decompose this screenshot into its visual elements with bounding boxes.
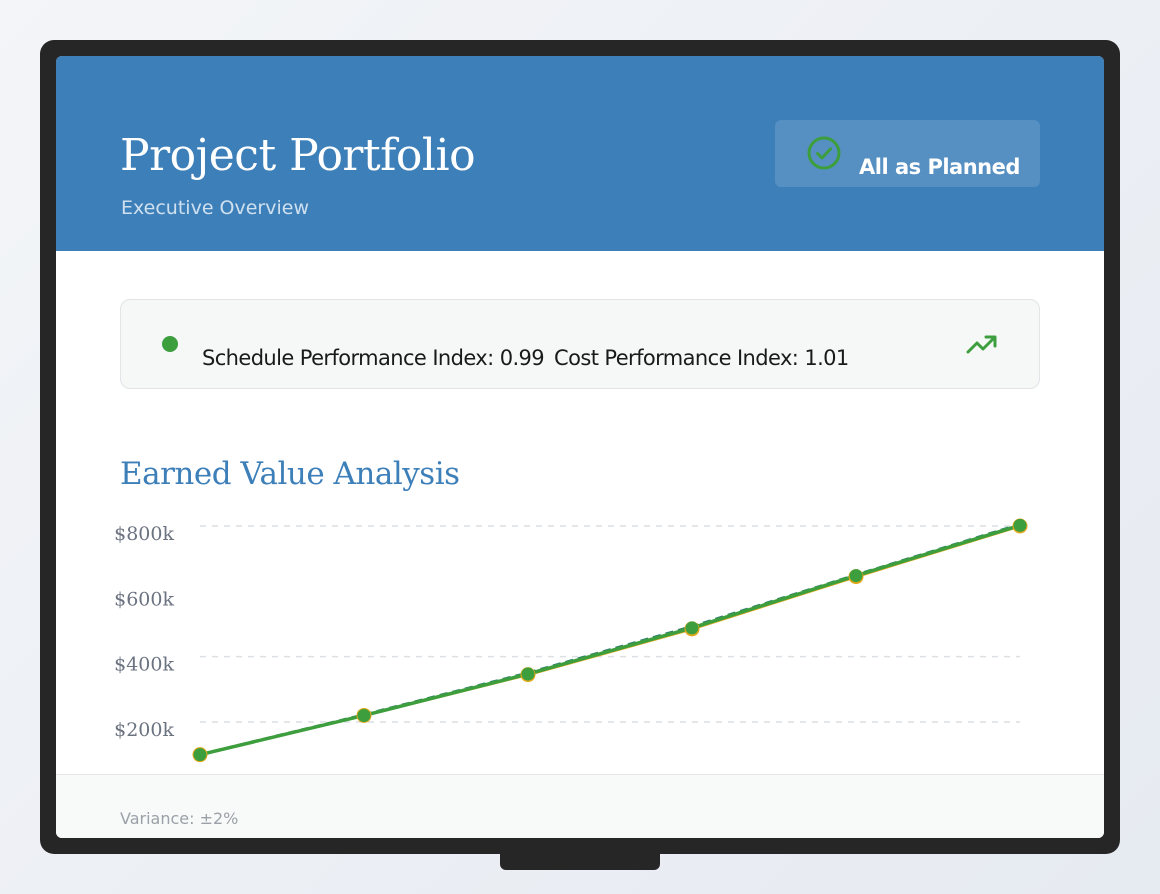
y-tick-label: $800k — [114, 523, 174, 545]
series-line — [199, 524, 1021, 757]
data-point — [521, 667, 535, 681]
dashboard-screen: Project Portfolio Executive Overview All… — [56, 56, 1104, 838]
page-footer: Variance: ±2% — [56, 774, 1104, 838]
series-line — [199, 522, 1021, 757]
data-point — [849, 569, 863, 583]
data-point — [193, 748, 207, 762]
data-point — [357, 708, 371, 722]
series-line — [199, 523, 1021, 757]
data-point — [1013, 518, 1027, 532]
monitor-frame: Project Portfolio Executive Overview All… — [40, 40, 1120, 854]
y-tick-label: $400k — [114, 654, 174, 676]
data-point — [685, 621, 699, 635]
y-tick-label: $200k — [114, 719, 174, 741]
earned-value-chart: $800k $600k $400k $200k — [114, 518, 1028, 763]
variance-text: Variance: ±2% — [120, 809, 239, 828]
monitor-stand — [500, 854, 660, 870]
y-tick-label: $600k — [114, 588, 174, 610]
